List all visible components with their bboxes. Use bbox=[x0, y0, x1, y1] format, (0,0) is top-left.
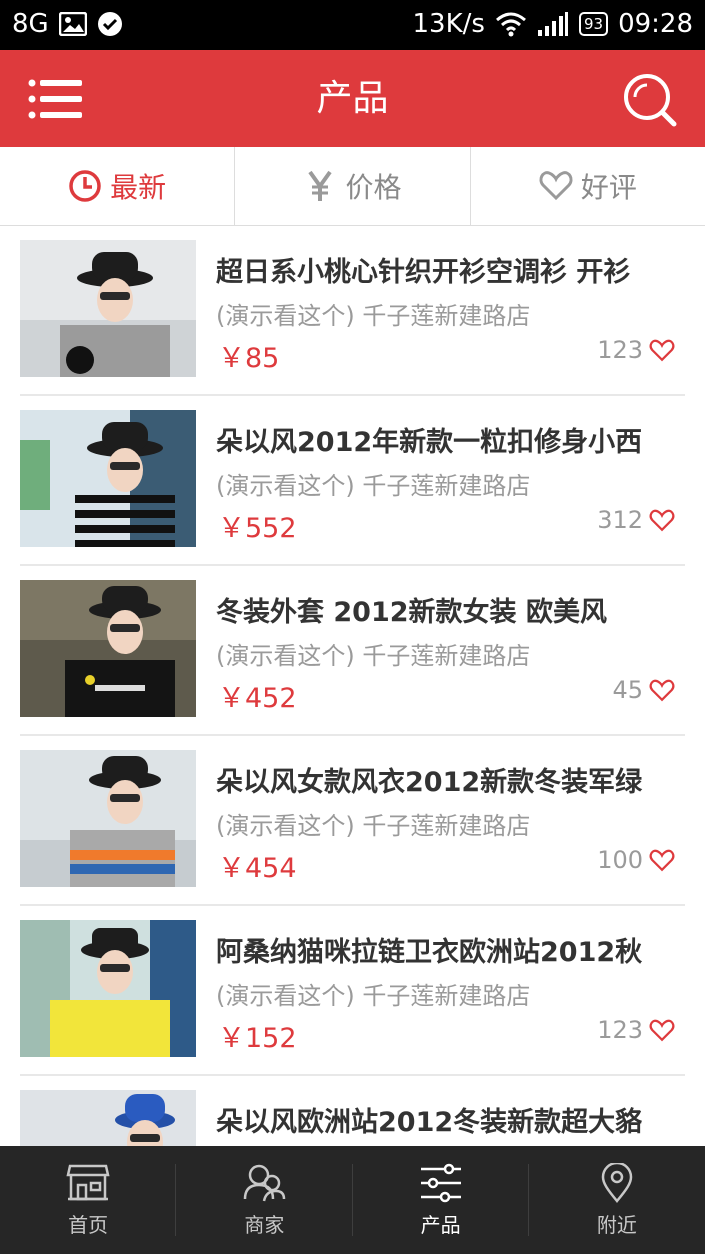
signal-icon bbox=[537, 12, 568, 36]
nav-nearby[interactable]: 附近 bbox=[529, 1146, 705, 1254]
bottom-navigation: 首页 商家 产品 附近 bbox=[0, 1146, 705, 1254]
product-price: ￥152 bbox=[218, 1023, 297, 1054]
check-circle-icon bbox=[97, 12, 122, 36]
nav-products[interactable]: 产品 bbox=[353, 1146, 529, 1254]
product-price: ￥552 bbox=[218, 513, 297, 544]
product-name: 阿桑纳猫咪拉链卫衣欧洲站2012秋 bbox=[216, 937, 643, 968]
product-item[interactable]: 冬装外套 2012新款女装 欧美风 (演示看这个) 千子莲新建路店 ￥452 4… bbox=[0, 566, 705, 736]
heart-icon bbox=[649, 1019, 675, 1042]
tab-label: 价格 bbox=[345, 171, 402, 204]
merchants-icon bbox=[244, 1164, 286, 1201]
like-count[interactable]: 123 bbox=[597, 336, 675, 364]
heart-icon bbox=[649, 679, 675, 702]
like-count[interactable]: 312 bbox=[597, 506, 675, 534]
app-header: 产品 bbox=[0, 50, 705, 147]
nav-home[interactable]: 首页 bbox=[0, 1146, 177, 1254]
nav-label: 产品 bbox=[420, 1212, 461, 1237]
product-item[interactable]: 朵以风欧洲站2012冬装新款超大貉 bbox=[0, 1076, 705, 1146]
image-icon bbox=[58, 12, 87, 36]
product-photo bbox=[20, 240, 196, 377]
product-name: 朵以风女款风衣2012新款冬装军绿 bbox=[216, 767, 643, 798]
sliders-icon bbox=[420, 1163, 461, 1202]
like-count[interactable]: 123 bbox=[597, 1016, 675, 1044]
shop-name: (演示看这个) 千子莲新建路店 bbox=[216, 982, 531, 1010]
nav-merchants[interactable]: 商家 bbox=[176, 1146, 353, 1254]
shop-name: (演示看这个) 千子莲新建路店 bbox=[216, 642, 531, 670]
yen-icon bbox=[308, 170, 333, 201]
location-pin-icon bbox=[601, 1162, 633, 1203]
product-name: 冬装外套 2012新款女装 欧美风 bbox=[216, 597, 607, 628]
heart-outline-icon bbox=[539, 171, 573, 201]
like-count[interactable]: 45 bbox=[612, 676, 675, 704]
product-list: 超日系小桃心针织开衫空调衫 开衫 (演示看这个) 千子莲新建路店 ￥85 123… bbox=[0, 226, 705, 1146]
search-icon[interactable] bbox=[622, 72, 678, 128]
heart-icon bbox=[649, 849, 675, 872]
tab-price[interactable]: 价格 bbox=[235, 147, 471, 225]
like-count-value: 100 bbox=[597, 846, 643, 874]
product-price: ￥85 bbox=[218, 343, 280, 374]
clock-icon bbox=[69, 170, 101, 202]
like-count-value: 45 bbox=[612, 676, 643, 704]
product-item[interactable]: 阿桑纳猫咪拉链卫衣欧洲站2012秋 (演示看这个) 千子莲新建路店 ￥152 1… bbox=[0, 906, 705, 1076]
battery-indicator: 93 bbox=[578, 12, 609, 36]
tab-newest[interactable]: 最新 bbox=[0, 147, 236, 225]
product-item[interactable]: 朵以风2012年新款一粒扣修身小西 (演示看这个) 千子莲新建路店 ￥552 3… bbox=[0, 396, 705, 566]
product-photo bbox=[20, 580, 196, 717]
product-photo bbox=[20, 1090, 196, 1146]
product-item[interactable]: 超日系小桃心针织开衫空调衫 开衫 (演示看这个) 千子莲新建路店 ￥85 123 bbox=[0, 226, 705, 396]
status-bar: 8G 13K/s 93 09:28 bbox=[0, 0, 705, 50]
wifi-icon bbox=[495, 12, 526, 37]
storefront-icon bbox=[66, 1164, 110, 1200]
network-label: 8G bbox=[12, 9, 49, 39]
like-count-value: 123 bbox=[597, 1016, 643, 1044]
clock-time: 09:28 bbox=[618, 9, 693, 39]
product-name: 朵以风2012年新款一粒扣修身小西 bbox=[216, 427, 643, 458]
shop-name: (演示看这个) 千子莲新建路店 bbox=[216, 302, 531, 330]
page-title: 产品 bbox=[316, 78, 389, 119]
nav-label: 附近 bbox=[596, 1212, 637, 1237]
product-photo bbox=[20, 920, 196, 1057]
shop-name: (演示看这个) 千子莲新建路店 bbox=[216, 472, 531, 500]
product-photo bbox=[20, 750, 196, 887]
product-name: 超日系小桃心针织开衫空调衫 开衫 bbox=[216, 257, 631, 288]
network-speed: 13K/s bbox=[412, 9, 485, 39]
shop-name: (演示看这个) 千子莲新建路店 bbox=[216, 812, 531, 840]
tab-rating[interactable]: 好评 bbox=[471, 147, 705, 225]
product-item[interactable]: 朵以风女款风衣2012新款冬装军绿 (演示看这个) 千子莲新建路店 ￥454 1… bbox=[0, 736, 705, 906]
product-price: ￥454 bbox=[218, 853, 297, 884]
product-photo bbox=[20, 410, 196, 547]
tab-label: 好评 bbox=[580, 171, 637, 204]
sort-tabs: 最新 价格 好评 bbox=[0, 147, 705, 226]
nav-label: 首页 bbox=[68, 1212, 109, 1237]
product-price: ￥452 bbox=[218, 683, 297, 714]
nav-label: 商家 bbox=[244, 1212, 285, 1237]
like-count-value: 312 bbox=[597, 506, 643, 534]
like-count[interactable]: 100 bbox=[597, 846, 675, 874]
product-name: 朵以风欧洲站2012冬装新款超大貉 bbox=[216, 1107, 643, 1138]
heart-icon bbox=[649, 509, 675, 532]
like-count-value: 123 bbox=[597, 336, 643, 364]
tab-label: 最新 bbox=[110, 171, 167, 204]
heart-icon bbox=[649, 339, 675, 362]
